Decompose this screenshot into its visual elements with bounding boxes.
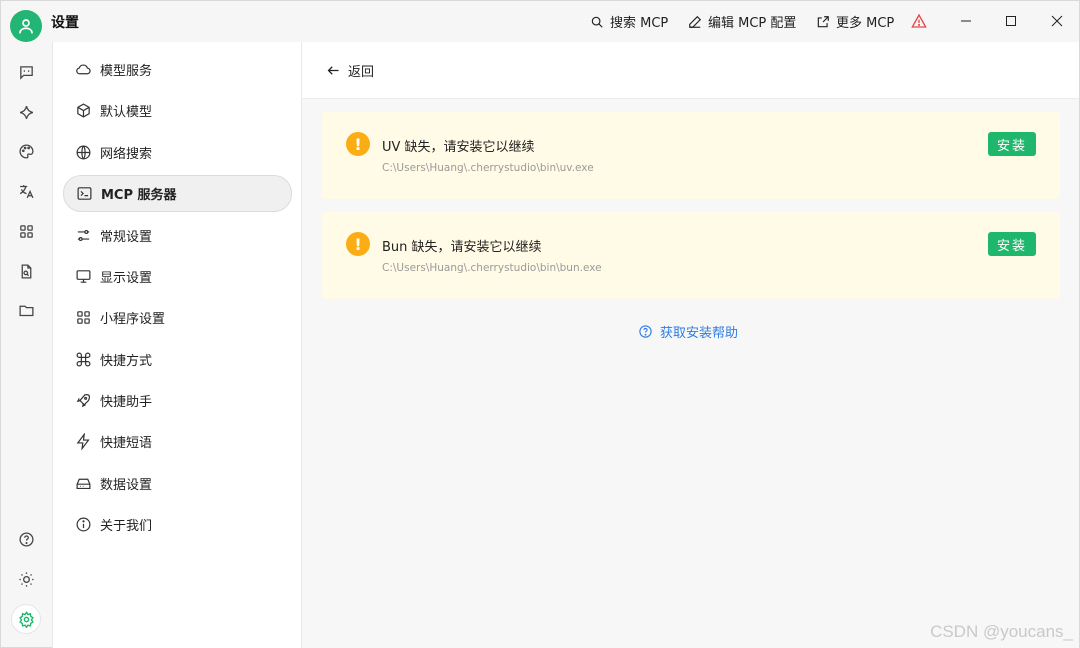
close-icon <box>1051 15 1063 27</box>
icon-rail <box>1 42 51 647</box>
pencil-icon <box>689 15 702 28</box>
rail-translate[interactable] <box>11 176 41 206</box>
help-circle-icon <box>18 531 34 547</box>
maximize-icon <box>1006 16 1016 26</box>
nav-label: 常规设置 <box>100 230 153 245</box>
rail-paint[interactable] <box>11 136 41 166</box>
rail-settings[interactable] <box>11 604 41 634</box>
chat-icon <box>19 65 33 80</box>
info-icon <box>76 517 91 532</box>
translate-icon <box>19 184 33 198</box>
nav-item-shortcuts[interactable]: 快捷方式 <box>63 341 292 378</box>
nav-item-miniapp-settings[interactable]: 小程序设置 <box>63 299 292 336</box>
back-label: 返回 <box>348 65 375 80</box>
hard-drive-icon <box>76 478 91 490</box>
nav-item-quick-assistant[interactable]: 快捷助手 <box>63 382 292 419</box>
help-link-label: 获取安装帮助 <box>660 326 739 341</box>
rail-apps[interactable] <box>11 216 41 246</box>
apps-grid-icon <box>19 224 33 238</box>
rocket-icon <box>76 394 90 408</box>
grid-icon <box>77 311 90 324</box>
gear-icon <box>18 610 34 628</box>
alert-title: UV 缺失，请安装它以继续 <box>382 140 535 155</box>
rail-files[interactable] <box>11 295 41 325</box>
sparkle-icon <box>19 105 33 119</box>
back-button[interactable]: 返回 <box>326 61 374 80</box>
cube-icon <box>77 103 90 118</box>
rail-agents[interactable] <box>11 97 41 127</box>
alert-path: C:\Users\Huang\.cherrystudio\bin\bun.exe <box>382 262 602 274</box>
edit-mcp-config-label: 编辑 MCP 配置 <box>708 16 797 31</box>
install-uv-button[interactable]: 安装 <box>988 132 1036 156</box>
close-button[interactable] <box>1042 9 1072 33</box>
zap-icon <box>76 433 90 450</box>
minimize-button[interactable] <box>951 9 981 33</box>
nav-label: 网络搜索 <box>100 147 153 162</box>
rail-knowledge[interactable] <box>11 256 41 286</box>
nav-item-mcp-server[interactable]: MCP 服务器 <box>63 175 292 212</box>
nav-label: 默认模型 <box>100 105 153 120</box>
nav-label: 模型服务 <box>100 64 153 79</box>
alert-path: C:\Users\Huang\.cherrystudio\bin\uv.exe <box>382 162 594 174</box>
nav-item-general-settings[interactable]: 常规设置 <box>63 217 292 254</box>
globe-icon <box>76 145 91 160</box>
nav-label: 快捷助手 <box>100 395 153 410</box>
sliders-icon <box>77 229 90 242</box>
external-link-icon <box>817 15 829 27</box>
main-content: 返回 ! UV 缺失，请安装它以继续 C:\Users\Huang\.cherr… <box>302 42 1079 648</box>
nav-item-default-model[interactable]: 默认模型 <box>63 92 292 129</box>
search-mcp-button[interactable]: 搜索 MCP <box>590 12 668 31</box>
help-circle-icon <box>639 325 652 338</box>
title-bar: 设置 搜索 MCP 编辑 MCP 配置 更多 MCP <box>1 1 1079 42</box>
edit-mcp-config-button[interactable]: 编辑 MCP 配置 <box>688 12 796 31</box>
maximize-button[interactable] <box>996 9 1026 33</box>
nav-item-about[interactable]: 关于我们 <box>63 506 292 543</box>
warning-button[interactable] <box>904 9 934 33</box>
nav-label: MCP 服务器 <box>101 188 177 203</box>
rail-chat[interactable] <box>11 57 41 87</box>
user-avatar[interactable] <box>10 10 42 42</box>
nav-item-quick-phrases[interactable]: 快捷短语 <box>63 423 292 460</box>
more-mcp-label: 更多 MCP <box>836 16 895 31</box>
nav-item-web-search[interactable]: 网络搜索 <box>63 134 292 171</box>
command-icon <box>76 352 91 367</box>
user-icon <box>19 19 33 34</box>
sun-icon <box>18 571 34 587</box>
install-help-link[interactable]: 获取安装帮助 <box>638 322 738 341</box>
palette-icon <box>18 143 34 159</box>
warning-circle-icon: ! <box>346 132 370 156</box>
nav-item-data-settings[interactable]: 数据设置 <box>63 465 292 502</box>
folder-icon <box>18 305 34 316</box>
watermark: CSDN @youcans_ <box>930 622 1073 641</box>
uv-missing-alert: ! UV 缺失，请安装它以继续 C:\Users\Huang\.cherryst… <box>322 112 1060 199</box>
nav-label: 显示设置 <box>100 271 153 286</box>
search-icon <box>591 16 603 28</box>
settings-nav: 模型服务 默认模型 网络搜索 MCP 服务器 常规设置 显示设置 小程序设置 快… <box>52 42 302 648</box>
more-mcp-button[interactable]: 更多 MCP <box>816 12 894 31</box>
nav-item-display-settings[interactable]: 显示设置 <box>63 258 292 295</box>
nav-label: 快捷方式 <box>100 354 153 369</box>
app-window: 设置 搜索 MCP 编辑 MCP 配置 更多 MCP 模型服务 默认模型 网络搜… <box>0 0 1080 648</box>
bun-missing-alert: ! Bun 缺失，请安装它以继续 C:\Users\Huang\.cherrys… <box>322 212 1060 299</box>
nav-label: 小程序设置 <box>100 312 166 327</box>
back-bar: 返回 <box>302 42 1079 99</box>
nav-label: 数据设置 <box>100 478 153 493</box>
nav-label: 快捷短语 <box>100 436 153 451</box>
window-title: 设置 <box>51 15 79 31</box>
warning-circle-icon: ! <box>346 232 370 256</box>
nav-item-model-service[interactable]: 模型服务 <box>63 51 292 88</box>
cloud-icon <box>76 64 91 75</box>
warning-triangle-icon <box>911 13 927 28</box>
install-bun-button[interactable]: 安装 <box>988 232 1036 256</box>
alert-title: Bun 缺失，请安装它以继续 <box>382 240 542 255</box>
rail-theme[interactable] <box>11 564 41 594</box>
file-search-icon <box>21 263 31 279</box>
arrow-left-icon <box>327 66 339 75</box>
monitor-icon <box>76 270 91 283</box>
minimize-icon <box>961 20 971 22</box>
terminal-icon <box>77 187 92 200</box>
search-mcp-label: 搜索 MCP <box>610 16 669 31</box>
rail-help[interactable] <box>11 524 41 554</box>
nav-label: 关于我们 <box>100 519 153 534</box>
